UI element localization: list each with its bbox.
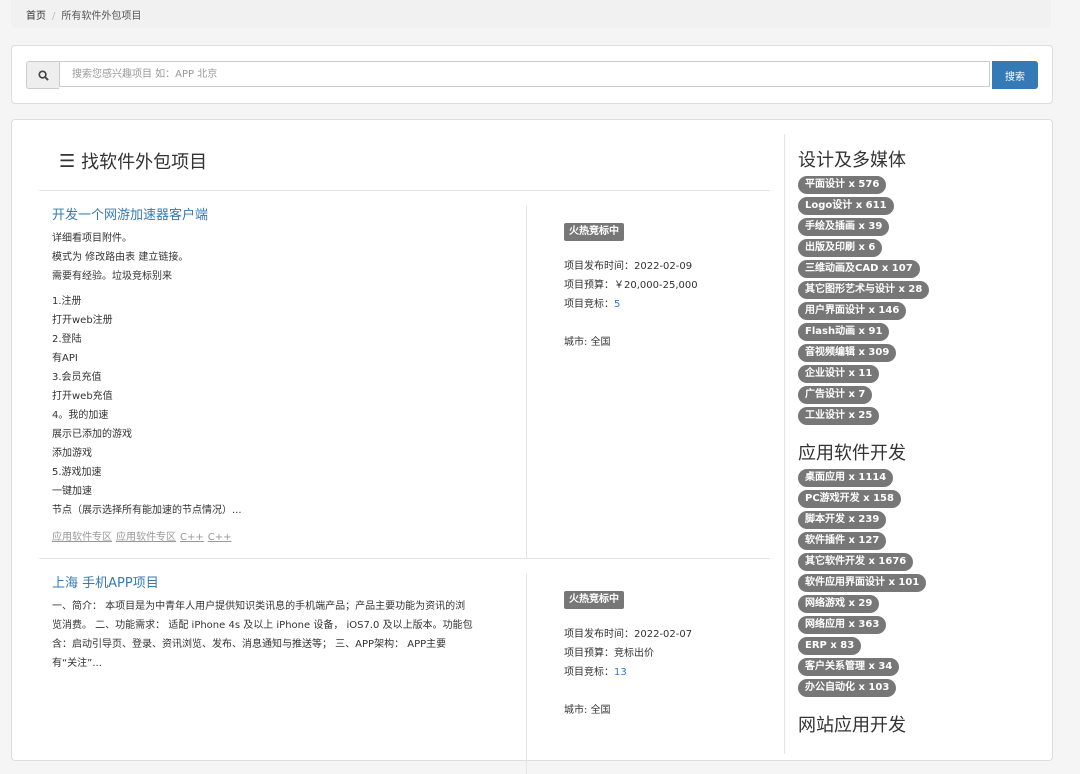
category-tag[interactable]: Logo设计 x 611 xyxy=(798,197,894,215)
category-title: 设计及多媒体 xyxy=(798,150,906,171)
publish-date: 2022-02-07 xyxy=(634,629,693,640)
search-addon xyxy=(26,61,59,89)
category-tag[interactable]: 软件应用界面设计 x 101 xyxy=(798,574,927,592)
budget-row: 项目预算：竞标出价 xyxy=(564,648,654,659)
desc-line: 2.登陆 xyxy=(52,334,82,345)
category-tag[interactable]: 广告设计 x 7 xyxy=(798,386,873,404)
desc-line: 需要有经验。垃圾竞标别来 xyxy=(52,271,172,282)
category-tag[interactable]: 工业设计 x 25 xyxy=(798,407,880,425)
desc-line: 展示已添加的游戏 xyxy=(52,429,132,440)
category-sidebar: 设计及多媒体 平面设计 x 576 Logo设计 x 611 手绘及插画 x 3… xyxy=(798,146,1038,741)
budget-row: 项目预算：￥20,000-25,000 xyxy=(564,280,698,291)
search-input[interactable] xyxy=(59,61,990,87)
category-tag[interactable]: PC游戏开发 x 158 xyxy=(798,490,901,508)
page-title: 找软件外包项目 xyxy=(81,152,208,173)
category-list: 平面设计 x 576 Logo设计 x 611 手绘及插画 x 39 出版及印刷… xyxy=(798,176,1038,425)
project-title-link[interactable]: 开发一个网游加速器客户端 xyxy=(52,208,208,223)
publish-date-row: 项目发布时间：2022-02-09 xyxy=(564,261,693,272)
project-meta: 火热竞标中 项目发布时间：2022-02-09 项目预算：￥20,000-25,… xyxy=(564,222,698,352)
category-tag[interactable]: 网络应用 x 363 xyxy=(798,616,887,634)
project-divider xyxy=(526,574,527,774)
desc-line: 一、简介： 本项目是为中青年人用户提供知识类讯息的手机端产品；产品主要功能为资讯… xyxy=(52,601,466,612)
category-tag[interactable]: 用户界面设计 x 146 xyxy=(798,302,907,320)
breadcrumb-home-link[interactable]: 首页 xyxy=(26,11,46,22)
category-tag[interactable]: Flash动画 x 91 xyxy=(798,323,890,341)
sidebar-divider xyxy=(784,134,785,754)
desc-line: 含：启动引导页、登录、资讯浏览、发布、消息通知与推送等； 三、APP架构： AP… xyxy=(52,639,447,650)
tag-link[interactable]: C++ xyxy=(208,532,232,543)
project-description: 详细看项目附件。 模式为 修改路由表 建立链接。 需要有经验。垃圾竞标别来 1.… xyxy=(52,229,512,520)
city: 全国 xyxy=(590,705,611,716)
category-title: 应用软件开发 xyxy=(798,443,906,464)
desc-line: 1.注册 xyxy=(52,296,82,307)
project-description: 一、简介： 本项目是为中青年人用户提供知识类讯息的手机端产品；产品主要功能为资讯… xyxy=(52,597,512,673)
desc-line: 打开web注册 xyxy=(52,315,113,326)
status-badge: 火热竞标中 xyxy=(564,591,624,609)
bids-row: 项目竞标：5 xyxy=(564,299,621,310)
desc-line: 模式为 修改路由表 建立链接。 xyxy=(52,252,189,263)
city-row: 城市: 全国 xyxy=(564,337,611,348)
desc-line: 5.游戏加速 xyxy=(52,467,102,478)
category-tag[interactable]: 脚本开发 x 239 xyxy=(798,511,887,529)
category-tag[interactable]: ERP x 83 xyxy=(798,637,862,655)
desc-line: 一键加速 xyxy=(52,486,92,497)
breadcrumb-current: 所有软件外包项目 xyxy=(61,11,142,22)
section-title: ☰ 找软件外包项目 xyxy=(59,148,207,174)
search-panel: 搜索 xyxy=(11,45,1053,104)
bids-count-link[interactable]: 13 xyxy=(614,667,627,678)
menu-icon: ☰ xyxy=(59,150,76,172)
divider xyxy=(39,190,770,191)
desc-line: 添加游戏 xyxy=(52,448,92,459)
breadcrumb-separator: / xyxy=(52,11,56,22)
project-meta: 火热竞标中 项目发布时间：2022-02-07 项目预算：竞标出价 项目竞标：1… xyxy=(564,590,692,720)
desc-line: 览消费。 二、功能需求： 适配 iPhone 4s 及以上 iPhone 设备，… xyxy=(52,620,473,631)
category-tag[interactable]: 其它图形艺术与设计 x 28 xyxy=(798,281,930,299)
desc-line: 3.会员充值 xyxy=(52,372,102,383)
budget: ￥20,000-25,000 xyxy=(614,280,698,291)
search-button[interactable]: 搜索 xyxy=(992,61,1038,89)
category-list: 桌面应用 x 1114 PC游戏开发 x 158 脚本开发 x 239 软件插件… xyxy=(798,469,1038,697)
status-badge: 火热竞标中 xyxy=(564,223,624,241)
tag-link[interactable]: 应用软件专区 xyxy=(116,532,176,543)
bids-row: 项目竞标：13 xyxy=(564,667,627,678)
project-tags: 应用软件专区 应用软件专区 C++ C++ xyxy=(52,528,770,543)
desc-line: 节点（展示选择所有能加速的节点情况）... xyxy=(52,505,242,516)
desc-line: 4。我的加速 xyxy=(52,410,109,421)
category-tag[interactable]: 办公自动化 x 103 xyxy=(798,679,897,697)
desc-line: 有“关注”... xyxy=(52,658,102,669)
category-tag[interactable]: 其它软件开发 x 1676 xyxy=(798,553,914,571)
category-tag[interactable]: 企业设计 x 11 xyxy=(798,365,880,383)
publish-date: 2022-02-09 xyxy=(634,261,693,272)
desc-line: 打开web充值 xyxy=(52,391,113,402)
city-row: 城市: 全国 xyxy=(564,705,611,716)
project-item: 开发一个网游加速器客户端 详细看项目附件。 模式为 修改路由表 建立链接。 需要… xyxy=(52,204,770,558)
project-divider xyxy=(526,206,527,558)
city: 全国 xyxy=(590,337,611,348)
budget: 竞标出价 xyxy=(614,648,654,659)
publish-date-row: 项目发布时间：2022-02-07 xyxy=(564,629,693,640)
category-tag[interactable]: 出版及印刷 x 6 xyxy=(798,239,883,257)
category-tag[interactable]: 三维动画及CAD x 107 xyxy=(798,260,920,278)
tag-link[interactable]: C++ xyxy=(180,532,204,543)
category-tag[interactable]: 网络游戏 x 29 xyxy=(798,595,880,613)
desc-line: 有API xyxy=(52,353,78,364)
breadcrumb: 首页 / 所有软件外包项目 xyxy=(26,7,141,22)
main-panel: ☰ 找软件外包项目 开发一个网游加速器客户端 详细看项目附件。 模式为 修改路由… xyxy=(11,119,1053,774)
category-tag[interactable]: 客户关系管理 x 34 xyxy=(798,658,900,676)
category-tag[interactable]: 手绘及插画 x 39 xyxy=(798,218,890,236)
category-tag[interactable]: 平面设计 x 576 xyxy=(798,176,887,194)
project-item: 上海 手机APP项目 一、简介： 本项目是为中青年人用户提供知识类讯息的手机端产… xyxy=(52,572,770,774)
category-tag[interactable]: 桌面应用 x 1114 xyxy=(798,469,894,487)
breadcrumb-bar: 首页 / 所有软件外包项目 xyxy=(11,0,1051,28)
project-title-link[interactable]: 上海 手机APP项目 xyxy=(52,576,159,591)
search-icon xyxy=(37,69,49,81)
category-title: 网站应用开发 xyxy=(798,715,906,736)
desc-line: 详细看项目附件。 xyxy=(52,233,132,244)
bids-count-link[interactable]: 5 xyxy=(614,299,620,310)
category-tag[interactable]: 音视频编辑 x 309 xyxy=(798,344,897,362)
tag-link[interactable]: 应用软件专区 xyxy=(52,532,112,543)
category-tag[interactable]: 软件插件 x 127 xyxy=(798,532,887,550)
divider xyxy=(39,558,770,559)
